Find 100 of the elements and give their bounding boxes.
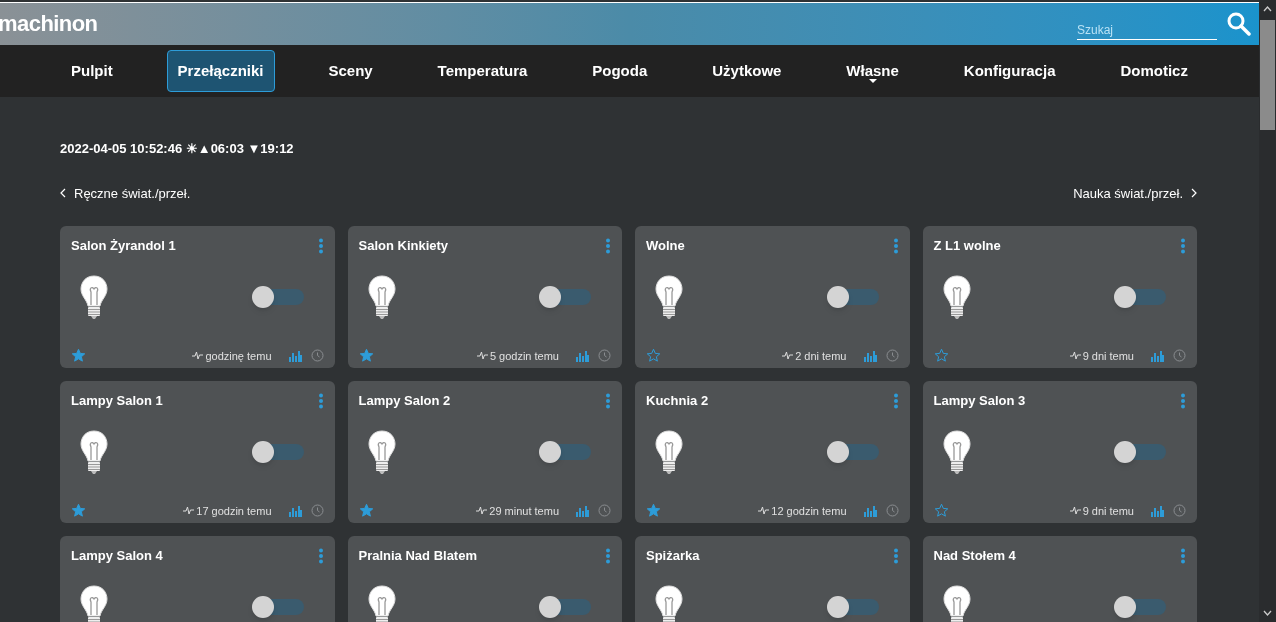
more-options-icon[interactable]	[605, 548, 611, 564]
light-bulb-icon	[941, 584, 972, 622]
scrollbar[interactable]	[1259, 0, 1276, 622]
timer-icon[interactable]	[598, 349, 611, 363]
star-icon[interactable]	[933, 348, 949, 364]
chevron-left-icon	[60, 188, 66, 199]
light-bulb-icon	[941, 274, 972, 320]
heartbeat-icon	[192, 351, 204, 361]
nav-tab[interactable]: Przełączniki	[166, 50, 275, 92]
previous-link[interactable]: Ręczne świat./przeł.	[60, 183, 191, 203]
bar-chart-icon[interactable]	[1151, 504, 1164, 517]
device-name: Lampy Salon 4	[71, 547, 163, 565]
more-options-icon[interactable]	[605, 238, 611, 254]
bar-chart-icon[interactable]	[576, 349, 589, 362]
scroll-down-icon[interactable]	[1263, 610, 1272, 616]
heartbeat-icon	[1069, 351, 1081, 361]
light-bulb-icon	[654, 274, 684, 320]
nav-tab[interactable]: Własne	[835, 50, 910, 92]
timer-icon[interactable]	[1173, 504, 1186, 518]
heartbeat-icon	[782, 351, 794, 361]
device-name: Z L1 wolne	[933, 237, 1001, 255]
nav-tab[interactable]: Pogoda	[581, 50, 659, 92]
star-icon[interactable]	[71, 348, 86, 364]
more-options-icon[interactable]	[605, 393, 611, 409]
heartbeat-icon	[476, 506, 488, 516]
toggle-switch[interactable]	[255, 599, 304, 615]
nav-tab[interactable]: Pulpit	[60, 50, 124, 92]
last-seen-text: 9 dni temu	[1082, 503, 1134, 519]
more-options-icon[interactable]	[317, 238, 324, 254]
device-name: Kuchnia 2	[646, 392, 709, 410]
bar-chart-icon[interactable]	[288, 504, 302, 517]
bar-chart-icon[interactable]	[863, 504, 877, 517]
toggle-switch[interactable]	[830, 289, 879, 305]
light-bulb-icon	[79, 429, 109, 475]
more-options-icon[interactable]	[317, 393, 324, 409]
light-bulb-icon	[79, 584, 109, 622]
star-icon[interactable]	[646, 503, 661, 519]
bar-chart-icon[interactable]	[863, 349, 877, 362]
toggle-switch[interactable]	[255, 289, 304, 305]
more-options-icon[interactable]	[892, 393, 899, 409]
last-seen-text: 29 minut temu	[489, 503, 559, 519]
light-bulb-icon	[366, 584, 397, 622]
more-options-icon[interactable]	[1180, 548, 1186, 564]
more-options-icon[interactable]	[317, 548, 324, 564]
light-bulb-icon	[654, 584, 684, 622]
last-seen-text: 5 godzin temu	[489, 348, 559, 364]
bar-chart-icon[interactable]	[1151, 349, 1164, 362]
heartbeat-icon	[758, 506, 770, 516]
chevron-right-icon	[1191, 188, 1197, 199]
scroll-up-icon[interactable]	[1263, 6, 1272, 12]
nav-tab[interactable]: Użytkowe	[701, 50, 793, 92]
timer-icon[interactable]	[885, 349, 899, 363]
last-seen-text: 9 dni temu	[1082, 348, 1134, 364]
more-options-icon[interactable]	[892, 548, 899, 564]
more-options-icon[interactable]	[1180, 393, 1186, 409]
search-icon[interactable]	[1227, 12, 1251, 36]
star-icon[interactable]	[646, 348, 661, 364]
device-name: Nad Stołem 4	[933, 547, 1016, 565]
toggle-switch[interactable]	[830, 444, 879, 460]
date-sun-info: 2022-04-05 10:52:46 ☀▲06:03 ▼19:12	[60, 140, 295, 158]
more-options-icon[interactable]	[892, 238, 899, 254]
nav-tab[interactable]: Temperatura	[426, 50, 539, 92]
last-seen-text: godzinę temu	[205, 348, 272, 364]
light-bulb-icon	[654, 429, 684, 475]
more-options-icon[interactable]	[1180, 238, 1186, 254]
timer-icon[interactable]	[310, 504, 324, 518]
device-name: Pralnia Nad Blatem	[358, 547, 477, 565]
nav-tab[interactable]: Sceny	[317, 50, 384, 92]
heartbeat-icon	[1069, 506, 1081, 516]
device-name: Spiżarka	[646, 547, 700, 565]
bar-chart-icon[interactable]	[288, 349, 302, 362]
star-icon[interactable]	[358, 348, 374, 364]
toggle-switch[interactable]	[255, 444, 304, 460]
next-link[interactable]: Nauka świat./przeł.	[1073, 183, 1197, 203]
scrollbar-thumb[interactable]	[1260, 20, 1275, 130]
bar-chart-icon[interactable]	[576, 504, 589, 517]
heartbeat-icon	[183, 506, 195, 516]
star-icon[interactable]	[358, 503, 374, 519]
device-name: Wolne	[646, 237, 685, 255]
timer-icon[interactable]	[885, 504, 899, 518]
light-bulb-icon	[366, 274, 397, 320]
timer-icon[interactable]	[310, 349, 324, 363]
timer-icon[interactable]	[1173, 349, 1186, 363]
nav-tab[interactable]: Domoticz	[1109, 50, 1199, 92]
light-bulb-icon	[366, 429, 397, 475]
device-name: Lampy Salon 2	[358, 392, 451, 410]
last-seen-text: 17 godzin temu	[196, 503, 272, 519]
last-seen-text: 2 dni temu	[795, 348, 847, 364]
star-icon[interactable]	[71, 503, 86, 519]
timer-icon[interactable]	[598, 504, 611, 518]
light-bulb-icon	[941, 429, 972, 475]
toggle-switch[interactable]	[830, 599, 879, 615]
light-bulb-icon	[79, 274, 109, 320]
heartbeat-icon	[476, 351, 488, 361]
star-icon[interactable]	[933, 503, 949, 519]
device-name: Lampy Salon 1	[71, 392, 163, 410]
device-name: Salon Żyrandol 1	[71, 237, 176, 255]
last-seen-text: 12 godzin temu	[771, 503, 847, 519]
search-field[interactable]: Szukaj	[1077, 20, 1217, 40]
nav-tab[interactable]: Konfiguracja	[952, 50, 1067, 92]
